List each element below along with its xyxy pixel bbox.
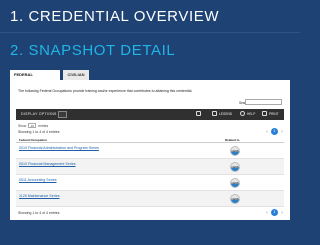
table-toolbar: DISPLAY OPTIONS LEGEND HELP PRINT (16, 109, 284, 120)
next-page-icon[interactable]: › (280, 129, 284, 135)
display-options-button[interactable]: DISPLAY OPTIONS (21, 112, 57, 116)
legend-button[interactable]: LEGEND (212, 111, 232, 116)
page-number-button[interactable]: 1 (271, 209, 278, 216)
section-title-snapshot: 2. SNAPSHOT DETAIL (10, 42, 176, 59)
related-badge: CRDB (230, 194, 240, 204)
legend-label: LEGEND (219, 111, 233, 116)
occupation-link[interactable]: 0510 Financial Management Series (19, 162, 76, 166)
occupation-link[interactable]: 1125 Maintenance Series (19, 194, 60, 198)
show-entries-prefix: Show (18, 123, 27, 128)
table-row: 0019 Financial Administration and Progra… (16, 143, 284, 159)
tab-federal-occupations[interactable]: FEDERAL OCCUPATIONS (10, 70, 60, 87)
table-header-row: Federal Occupation Related to (16, 136, 284, 143)
pagination-top: ‹ 1 › (265, 128, 284, 135)
prev-page-icon[interactable]: ‹ (265, 210, 269, 216)
occupations-table: Federal Occupation Related to 0019 Finan… (16, 136, 284, 207)
show-entries-suffix: entries (38, 123, 49, 128)
help-icon (240, 111, 245, 116)
show-entries: Show 10 entries (18, 123, 48, 128)
prev-page-icon[interactable]: ‹ (265, 129, 269, 135)
help-label: HELP (247, 111, 256, 116)
search-input[interactable] (245, 99, 282, 105)
section-title-overview: 1. CREDENTIAL OVERVIEW (10, 8, 220, 25)
related-badge: CRDB (230, 178, 240, 188)
print-button[interactable]: PRINT (262, 111, 279, 116)
section-header-overview: 1. CREDENTIAL OVERVIEW (0, 0, 300, 33)
snapshot-panel: The following Federal Occupations provid… (10, 80, 290, 220)
occupation-link[interactable]: 0019 Financial Administration and Progra… (19, 146, 99, 150)
table-row: 1125 Maintenance Series CRDB (16, 191, 284, 207)
table-row: 0511 Accounting Series CRDB (16, 175, 284, 191)
tab-bar: FEDERAL OCCUPATIONS CIVILIAN (10, 70, 89, 87)
column-header-occupation[interactable]: Federal Occupation (19, 138, 47, 142)
display-toggle-icon[interactable] (58, 111, 67, 118)
related-badge: CRDB (230, 162, 240, 172)
tab-civilian[interactable]: CIVILIAN (63, 70, 89, 80)
related-badge: CRDB (230, 146, 240, 156)
table-info-top: Showing 1 to 4 of 4 entries (18, 130, 60, 134)
help-button[interactable]: HELP (240, 111, 255, 116)
pagination-bottom: ‹ 1 › (265, 209, 284, 216)
entries-select[interactable]: 10 (28, 123, 37, 128)
panel-description: The following Federal Occupations provid… (18, 89, 193, 93)
print-icon (262, 111, 267, 116)
next-page-icon[interactable]: › (280, 210, 284, 216)
legend-icon (212, 111, 217, 116)
column-header-related[interactable]: Related to (225, 138, 240, 142)
page-number-button[interactable]: 1 (271, 128, 278, 135)
print-label: PRINT (269, 111, 279, 116)
table-info-bottom: Showing 1 to 4 of 4 entries (18, 211, 60, 215)
columns-icon (196, 111, 201, 116)
occupation-link[interactable]: 0511 Accounting Series (19, 178, 57, 182)
table-row: 0510 Financial Management Series CRDB (16, 159, 284, 175)
layout-button[interactable] (196, 111, 203, 116)
